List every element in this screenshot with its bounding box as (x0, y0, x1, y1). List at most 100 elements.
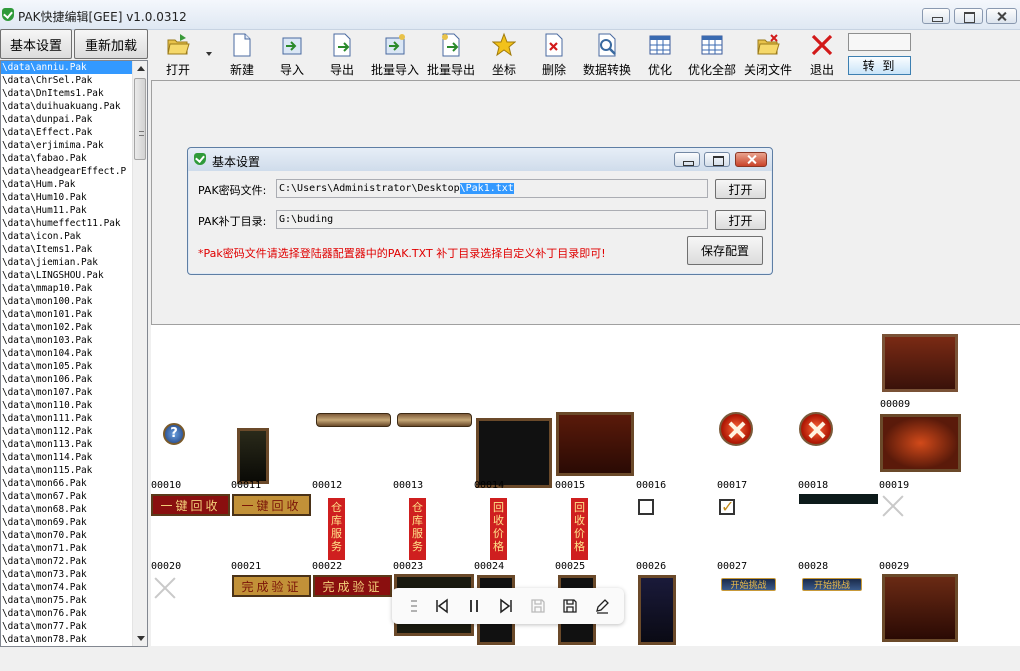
patch-dir-field[interactable]: G:\buding (276, 210, 708, 229)
file-list-item[interactable]: \data\mmap10.Pak (1, 282, 133, 295)
file-list-item[interactable]: \data\duihuakuang.Pak (1, 100, 133, 113)
open-password-file-button[interactable]: 打开 (715, 179, 766, 199)
file-list-item[interactable]: \data\fabao.Pak (1, 152, 133, 165)
verify-gold-button-image[interactable]: 完成验证 (232, 575, 311, 597)
file-list-item[interactable]: \data\mon66.Pak (1, 477, 133, 490)
file-list-item[interactable]: \data\jiemian.Pak (1, 256, 133, 269)
next-icon[interactable] (498, 598, 514, 614)
dialog-maximize-button[interactable] (704, 152, 730, 167)
file-list-item[interactable]: \data\mon72.Pak (1, 555, 133, 568)
scroll-down-arrow-icon[interactable] (137, 636, 145, 641)
toolbar-button-12[interactable]: 退出 (792, 32, 852, 78)
file-list-item[interactable]: \data\mon70.Pak (1, 529, 133, 542)
file-list-item[interactable]: \data\Effect.Pak (1, 126, 133, 139)
file-list-item[interactable]: \data\mon67.Pak (1, 490, 133, 503)
toolbar-button-9[interactable]: 优化 (630, 32, 690, 78)
file-list-scrollbar[interactable] (132, 61, 147, 646)
toolbar-button-0[interactable]: 打开 (148, 32, 208, 78)
file-list-item[interactable]: \data\mon111.Pak (1, 412, 133, 425)
save-config-button[interactable]: 保存配置 (687, 236, 763, 265)
toolbar-button-7[interactable]: 删除 (524, 32, 584, 78)
file-list-item[interactable]: \data\mon78.Pak (1, 633, 133, 646)
help-icon[interactable]: ? (163, 423, 185, 445)
file-list-item[interactable]: \data\mon112.Pak (1, 425, 133, 438)
toolbar-button-4[interactable]: 批量导入 (365, 32, 425, 78)
file-list-item[interactable]: \data\headgearEffect.P (1, 165, 133, 178)
edit-icon[interactable] (594, 598, 610, 614)
file-list-item[interactable]: \data\mon68.Pak (1, 503, 133, 516)
file-list-item[interactable]: \data\Hum10.Pak (1, 191, 133, 204)
warehouse-flag-image[interactable]: 仓库服务 (328, 498, 345, 560)
thumb-00014[interactable] (476, 418, 552, 488)
file-list-item[interactable]: \data\mon115.Pak (1, 464, 133, 477)
pause-icon[interactable] (466, 598, 482, 614)
toolbar-button-5[interactable]: 批量导出 (421, 32, 481, 78)
dialog-minimize-button[interactable] (674, 152, 700, 167)
thumb-00036[interactable] (638, 575, 676, 645)
file-list-item[interactable]: \data\ChrSel.Pak (1, 74, 133, 87)
dialog-close-button[interactable] (735, 152, 767, 167)
file-list-item[interactable]: \data\anniu.Pak (1, 61, 133, 74)
file-list-item[interactable]: \data\mon71.Pak (1, 542, 133, 555)
file-list-item[interactable]: \data\mon114.Pak (1, 451, 133, 464)
file-list-item[interactable]: \data\mon103.Pak (1, 334, 133, 347)
file-list-item[interactable]: \data\Hum.Pak (1, 178, 133, 191)
file-list-item[interactable]: \data\mon105.Pak (1, 360, 133, 373)
open-dropdown-arrow-icon[interactable] (206, 52, 212, 56)
basic-settings-button[interactable]: 基本设置 (0, 29, 72, 59)
file-list-item[interactable]: \data\erjimima.Pak (1, 139, 133, 152)
challenge-banner-image[interactable]: 开始挑战 (802, 578, 862, 591)
recycle-price-flag-image[interactable]: 回收价格 (490, 498, 507, 560)
reload-button[interactable]: 重新加载 (74, 29, 148, 59)
thumb-00015[interactable] (556, 412, 634, 476)
goto-button[interactable]: 转 到 (848, 56, 911, 75)
file-list-item[interactable]: \data\Hum11.Pak (1, 204, 133, 217)
goto-input[interactable] (848, 33, 911, 51)
file-list-item[interactable]: \data\mon74.Pak (1, 581, 133, 594)
scroll-thumb[interactable] (134, 78, 146, 160)
warehouse-flag-image[interactable]: 仓库服务 (409, 498, 426, 560)
file-list-item[interactable]: \data\mon110.Pak (1, 399, 133, 412)
file-list-item[interactable]: \data\humeffect11.Pak (1, 217, 133, 230)
black-bar-image[interactable] (799, 494, 878, 504)
x-red-icon-00017[interactable] (719, 412, 753, 446)
thumb-00019[interactable] (880, 414, 961, 472)
thumb-00011[interactable] (237, 428, 269, 484)
file-list-item[interactable]: \data\mon104.Pak (1, 347, 133, 360)
file-list-item[interactable]: \data\DnItems1.Pak (1, 87, 133, 100)
toolbar-button-10[interactable]: 优化全部 (682, 32, 742, 78)
checkbox-empty-image[interactable] (638, 499, 654, 515)
file-list-item[interactable]: \data\dunpai.Pak (1, 113, 133, 126)
file-list-item[interactable]: \data\icon.Pak (1, 230, 133, 243)
file-list[interactable]: \data\anniu.Pak \data\ChrSel.Pak \data\DnI… (0, 60, 148, 647)
maximize-button[interactable] (954, 8, 983, 24)
file-list-item[interactable]: \data\Items1.Pak (1, 243, 133, 256)
file-list-item[interactable]: \data\mon106.Pak (1, 373, 133, 386)
file-list-item[interactable]: \data\mon113.Pak (1, 438, 133, 451)
verify-red-button-image[interactable]: 完成验证 (313, 575, 392, 597)
thumb-00009[interactable] (882, 334, 958, 392)
checkbox-checked-image[interactable]: ✓ (719, 499, 735, 515)
pak-password-field[interactable]: C:\Users\Administrator\Desktop\Pak1.txt (276, 179, 708, 198)
x-red-icon-00018[interactable] (799, 412, 833, 446)
recycle-price-flag-image[interactable]: 回收价格 (571, 498, 588, 560)
scroll-up-arrow-icon[interactable] (137, 66, 145, 71)
thumb-00039[interactable] (882, 574, 958, 642)
file-list-item[interactable]: \data\LINGSHOU.Pak (1, 269, 133, 282)
close-button[interactable] (986, 8, 1017, 24)
x-gray-icon-00019[interactable] (881, 494, 905, 518)
toolbar-button-8[interactable]: 数据转换 (577, 32, 637, 78)
minimize-button[interactable] (922, 8, 950, 24)
toolbar-button-3[interactable]: 导出 (312, 32, 372, 78)
file-list-item[interactable]: \data\mon101.Pak (1, 308, 133, 321)
recycle-red-button-image[interactable]: 一键回收 (151, 494, 230, 516)
file-list-item[interactable]: \data\mon102.Pak (1, 321, 133, 334)
recycle-gold-button-image[interactable]: 一键回收 (232, 494, 311, 516)
drag-handle-icon[interactable] (406, 598, 422, 614)
file-list-item[interactable]: \data\mon76.Pak (1, 607, 133, 620)
file-list-item[interactable]: \data\mon100.Pak (1, 295, 133, 308)
x-gray-icon-00020[interactable] (153, 576, 177, 600)
file-list-item[interactable]: \data\mon75.Pak (1, 594, 133, 607)
save-icon[interactable] (562, 598, 578, 614)
open-patch-dir-button[interactable]: 打开 (715, 210, 766, 230)
